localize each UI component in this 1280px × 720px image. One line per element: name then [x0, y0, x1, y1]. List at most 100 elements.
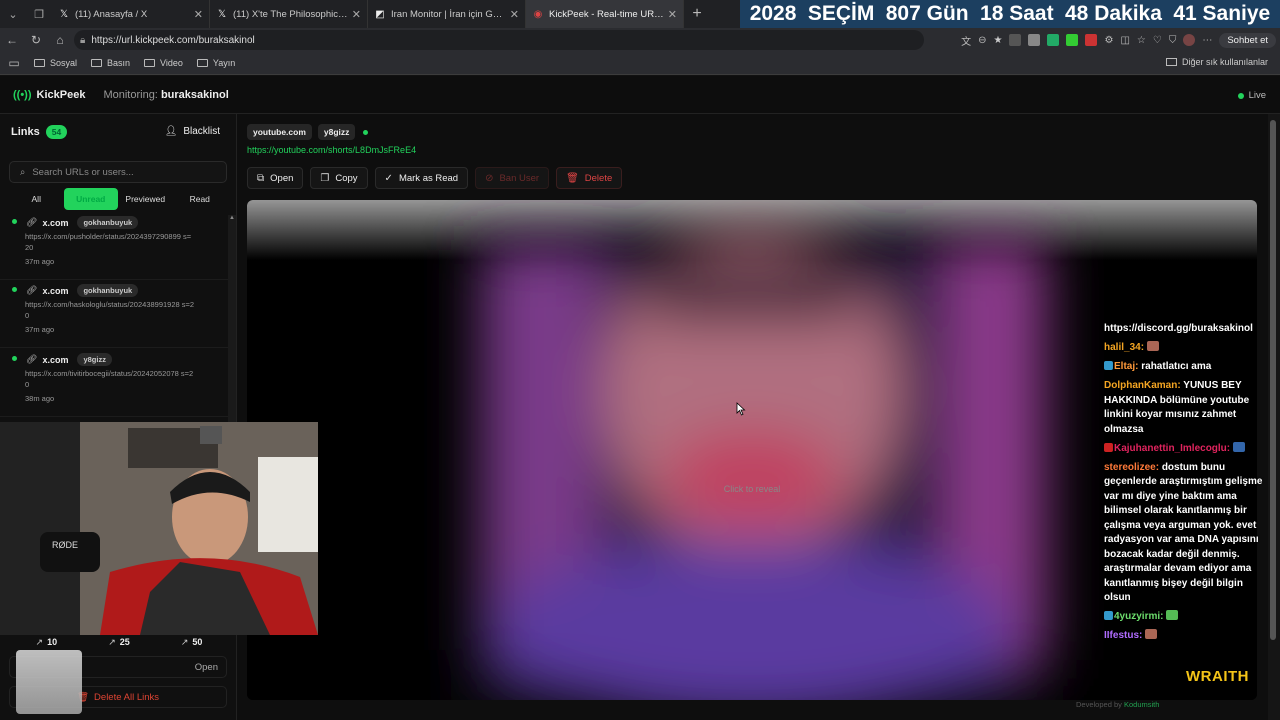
chat-message: IIfestus: — [1104, 629, 1272, 644]
filter-all[interactable]: All — [9, 188, 64, 210]
close-icon[interactable]: ✕ — [668, 8, 677, 21]
item-user: y8gizz — [77, 353, 112, 366]
status-dot-icon — [363, 129, 369, 135]
links-title: Links — [11, 126, 40, 138]
chat-user: Eltaj: — [1114, 361, 1139, 372]
favorites-icon[interactable]: ☆ — [1137, 35, 1146, 46]
detail-url-link[interactable]: https://youtube.com/shorts/L8DmJsFReE4 — [247, 145, 416, 155]
list-item[interactable]: 🔗︎ x.com gokhanbuyuk https://x.com/haskolo… — [0, 280, 228, 348]
channel-name: buraksakinol — [160, 88, 229, 101]
reload-icon[interactable]: ↻ — [24, 33, 48, 47]
chat-user: DolphanKaman: — [1104, 380, 1181, 391]
monitoring-status: Monitoring: buraksakinol — [103, 89, 228, 101]
home-icon[interactable]: ⌂ — [48, 33, 72, 47]
close-icon[interactable]: ✕ — [510, 8, 519, 21]
chat-user: halil_34: — [1104, 342, 1145, 353]
extension-icon[interactable] — [1028, 34, 1041, 46]
mark-read-button[interactable]: ✓ Mark as Read — [374, 167, 469, 189]
bookmark-folder[interactable]: Basın — [91, 58, 130, 68]
bookmark-folder[interactable]: Sosyal — [34, 58, 77, 68]
detail-user: y8gizz — [317, 124, 356, 140]
folder-icon — [144, 59, 156, 67]
ban-label: Ban User — [499, 172, 540, 184]
tab-list-icon[interactable]: ⌄ — [0, 0, 26, 28]
split-screen-icon[interactable]: ◫ — [1120, 35, 1129, 46]
dev-name[interactable]: Kodumsith — [1124, 700, 1159, 709]
tab-title: Iran Monitor | İran için Gerçek Zam — [391, 8, 506, 20]
emote-icon — [1232, 441, 1245, 452]
mouse-cursor-icon — [736, 402, 746, 416]
extension-icon[interactable] — [1047, 34, 1060, 46]
extension-icon[interactable] — [1009, 34, 1022, 46]
bookmark-folder[interactable]: Yayın — [196, 58, 235, 68]
app-logo[interactable]: ((•)) KickPeek — [13, 89, 85, 101]
close-icon[interactable]: ✕ — [352, 8, 361, 21]
countdown-days: 807 Gün — [885, 2, 969, 25]
new-tab-button[interactable]: + — [684, 5, 710, 23]
search-icon: ⌕ — [20, 166, 26, 178]
copilot-chat-button[interactable]: Sohbet et — [1219, 32, 1276, 48]
sponsor-logo: WRAITH — [1186, 668, 1249, 685]
cup-object — [16, 650, 82, 714]
zoom-icon[interactable]: ⊖ — [978, 35, 986, 46]
election-countdown: 2028 SEÇİM 807 Gün 18 Saat 48 Dakika 41 … — [740, 0, 1280, 28]
copy-button[interactable]: ❐ Copy — [310, 167, 368, 189]
favorite-star-icon[interactable]: ★ — [994, 35, 1003, 46]
links-header: Links 54 — [11, 125, 68, 139]
filter-tabs: All Unread Previewed Read — [9, 188, 227, 210]
webcam-overlay: RØDE — [0, 422, 318, 635]
list-item[interactable]: 🔗︎ x.com gokhanbuyuk https://x.com/pushold… — [0, 215, 228, 280]
browser-toolbar-icons: 文 ⊖ ★ ⚙ ◫ ☆ ♡ ⛉ ⋯ Sohbet et — [961, 28, 1276, 52]
tab-title: KickPeek - Real-time URL Crawler f — [549, 8, 664, 20]
app-header: ((•)) KickPeek Monitoring: buraksakinol … — [0, 76, 1280, 114]
monitor-icon: ◩ — [375, 8, 385, 20]
ban-user-button[interactable]: ⊘ Ban User — [475, 167, 550, 189]
chat-message: stereolizee: dostum bunu geçenlerde araş… — [1104, 461, 1272, 606]
list-item[interactable]: 🔗︎ x.com y8gizz https://x.com/tivitirboceg… — [0, 349, 228, 417]
more-icon[interactable]: ⋯ — [1202, 35, 1212, 46]
browser-tab-1[interactable]: 𝕏 (11) Anasayfa / X ✕ — [52, 0, 210, 28]
detail-domain: youtube.com — [247, 124, 312, 140]
search-input[interactable] — [32, 166, 213, 178]
countdown-minutes: 48 Dakika — [1065, 2, 1162, 25]
browser-tab-3[interactable]: ◩ Iran Monitor | İran için Gerçek Zam ✕ — [368, 0, 526, 28]
kickpeek-icon: ◉ — [533, 8, 543, 20]
other-bookmarks[interactable]: Diğer sık kullanılanlar — [1165, 57, 1268, 67]
browser-tab-2[interactable]: 𝕏 (11) X'te The Philosophical Investo ✕ — [210, 0, 368, 28]
blacklist-button[interactable]: 👤︎ Blacklist — [165, 126, 220, 137]
close-icon[interactable]: ✕ — [194, 8, 203, 21]
trash-icon: 🗑︎ — [566, 172, 579, 184]
developer-credit: Developed by Kodumsith — [1076, 700, 1159, 709]
extension-icon[interactable] — [1085, 34, 1098, 46]
translate-icon[interactable]: 文 — [961, 33, 971, 48]
delete-button[interactable]: 🗑︎ Delete — [556, 167, 623, 189]
extensions-puzzle-icon[interactable]: ⚙ — [1104, 35, 1113, 46]
chat-text: https://discord.gg/buraksakinol — [1104, 323, 1253, 334]
badge-icon — [1104, 361, 1113, 370]
collections-icon[interactable]: ♡ — [1153, 35, 1162, 46]
browser-tab-4[interactable]: ◉ KickPeek - Real-time URL Crawler f ✕ — [526, 0, 684, 28]
workspaces-icon[interactable]: ❐ — [26, 0, 52, 28]
scroll-up-icon[interactable]: ▲ — [228, 215, 236, 221]
extension-icon[interactable] — [1066, 34, 1079, 46]
item-header: 🔗︎ x.com gokhanbuyuk — [26, 216, 139, 229]
browser-essentials-icon[interactable]: ⛉ — [1169, 35, 1177, 46]
bookmark-folder[interactable]: Video — [144, 58, 183, 68]
sidebar-toggle-icon[interactable]: ▭ — [2, 56, 26, 70]
chat-user: IIfestus: — [1104, 630, 1143, 641]
open-button[interactable]: Open — [195, 662, 218, 673]
filter-previewed[interactable]: Previewed — [118, 188, 173, 210]
chat-text: dostum bunu geçenlerde araştırmıştım gel… — [1104, 461, 1263, 604]
folder-icon — [1165, 58, 1177, 66]
countdown-year: 2028 — [749, 2, 797, 25]
profile-avatar[interactable] — [1183, 34, 1196, 46]
filter-unread[interactable]: Unread — [63, 188, 118, 210]
item-url: https://x.com/pusholder/status/202439729… — [25, 232, 192, 252]
back-icon[interactable]: ← — [0, 33, 24, 47]
stat-item: ↗ 10 — [36, 635, 58, 649]
search-field[interactable]: ⌕ — [9, 161, 227, 183]
stat-item: ↗ 50 — [181, 635, 203, 649]
address-field[interactable]: 🔒︎ https://url.kickpeek.com/buraksakinol — [74, 30, 924, 50]
filter-read[interactable]: Read — [173, 188, 228, 210]
open-button[interactable]: ⧉ Open — [247, 167, 304, 189]
